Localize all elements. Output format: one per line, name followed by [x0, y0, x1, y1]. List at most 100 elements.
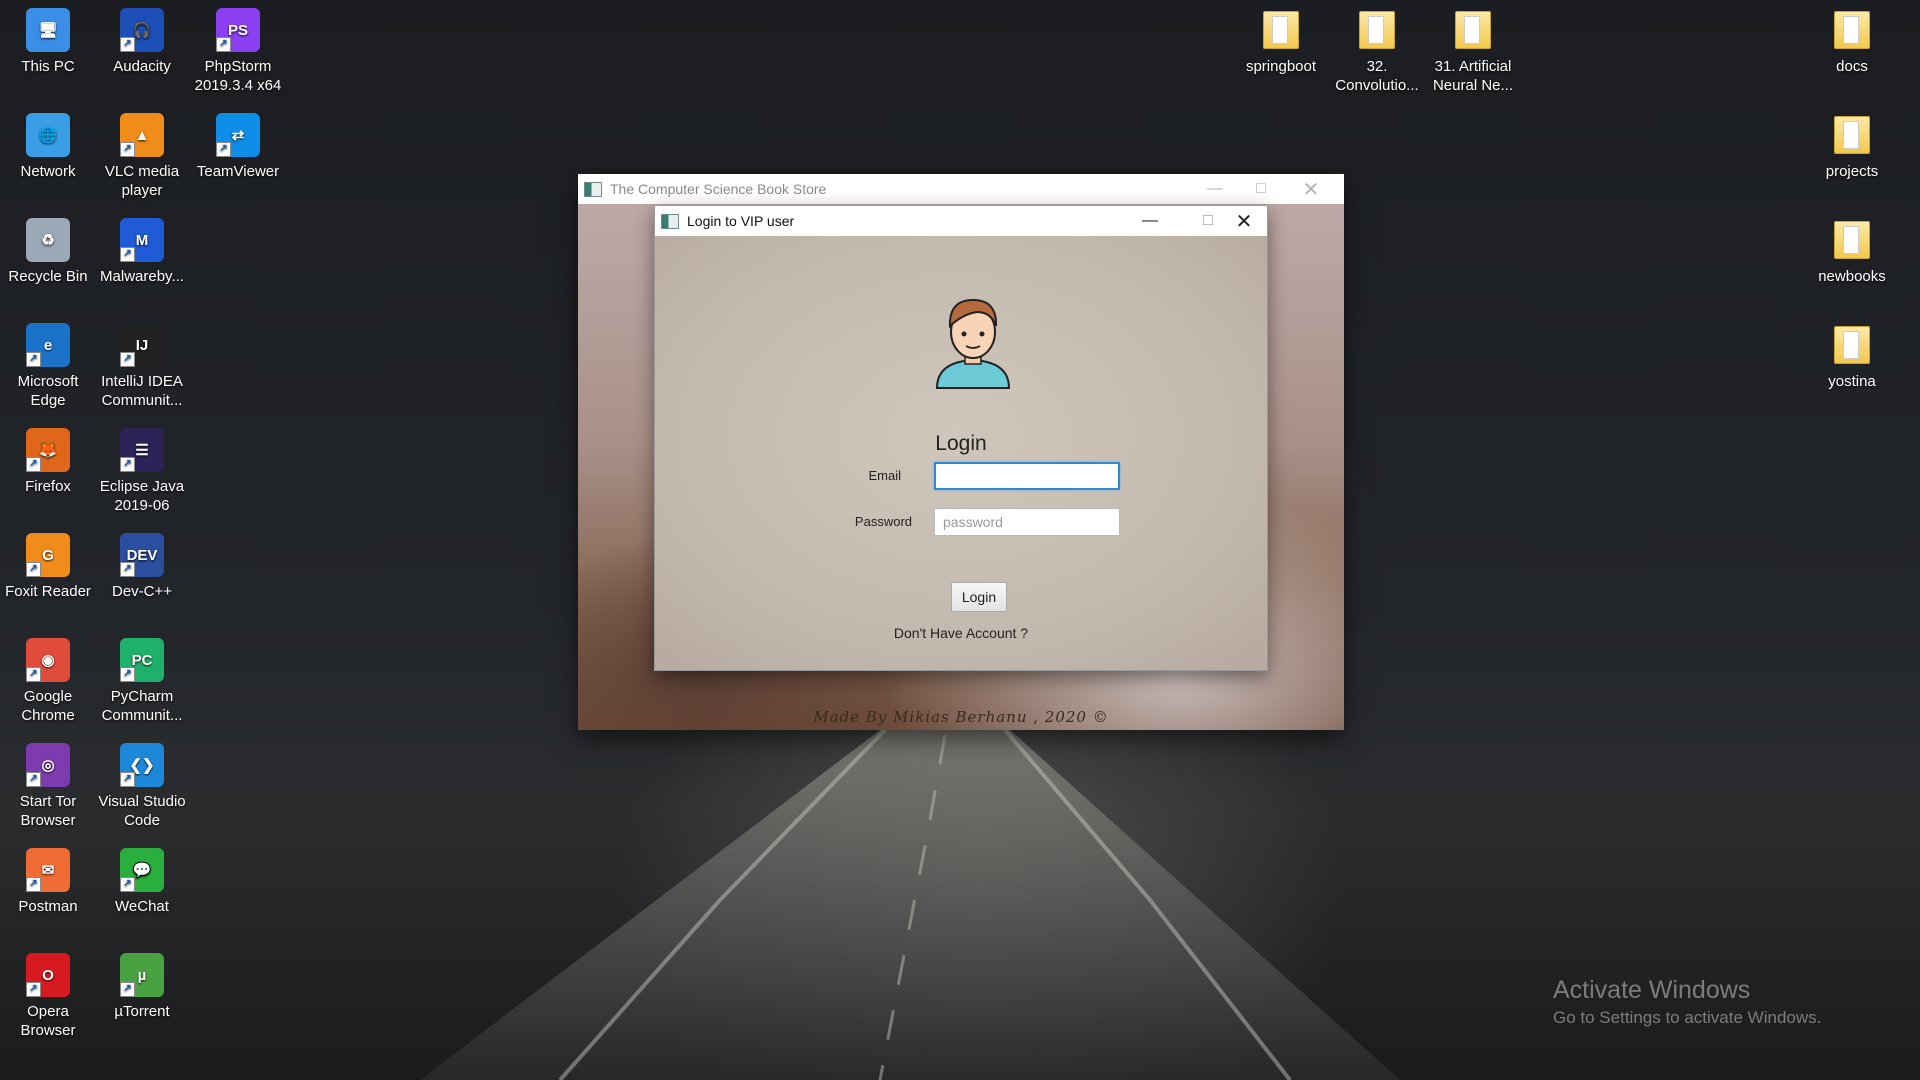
desktop-shortcut-label: WeChat [115, 898, 169, 915]
foxit-reader-icon: G ↗ [26, 533, 70, 577]
desktop-shortcut[interactable]: springboot [1233, 4, 1329, 104]
wechat-icon: 💬 ↗ [120, 848, 164, 892]
desktop-shortcut-label: newbooks [1818, 268, 1886, 285]
desktop-shortcut-label: Recycle Bin [8, 268, 88, 285]
desktop-shortcut-label: docs [1836, 58, 1868, 75]
teamviewer-icon: ⇄ ↗ [216, 113, 260, 157]
shortcut-arrow-icon: ↗ [26, 562, 41, 577]
login-form: Login Email Password Login Don't Have Ac… [655, 236, 1267, 670]
maximize-icon[interactable]: □ [1238, 174, 1284, 204]
desktop-shortcut-label: Dev-C++ [111, 583, 173, 600]
login-dialog-titlebar[interactable]: Login to VIP user — □ ✕ [655, 206, 1267, 236]
network-icon: 🌐 [26, 113, 70, 157]
desktop-shortcut[interactable]: docs [1804, 4, 1900, 104]
desktop-shortcut[interactable]: ⇄ ↗ TeamViewer [190, 109, 286, 209]
desktop-shortcut[interactable]: ☰ ↗ Eclipse Java 2019-06 [94, 424, 190, 524]
desktop-shortcut[interactable]: projects [1804, 109, 1900, 209]
desktop-shortcut-label: TeamViewer [196, 163, 280, 180]
shortcut-arrow-icon: ↗ [216, 142, 231, 157]
desktop-shortcut[interactable]: ✉ ↗ Postman [0, 844, 96, 944]
watermark-title: Activate Windows [1553, 976, 1751, 1004]
minimize-icon[interactable]: — [1192, 174, 1238, 204]
desktop-shortcut[interactable]: ◎ ↗ Start Tor Browser [0, 739, 96, 839]
login-button[interactable]: Login [951, 582, 1007, 612]
desktop-shortcut-label: 32. Convolutio... [1335, 58, 1419, 94]
login-dialog-title: Login to VIP user [687, 213, 795, 229]
shortcut-arrow-icon: ↗ [26, 457, 41, 472]
vscode-icon: ❮❯ ↗ [120, 743, 164, 787]
desktop-shortcut[interactable]: PC ↗ PyCharm Communit... [94, 634, 190, 734]
folder-icon [1355, 8, 1399, 52]
desktop-shortcut-label: Visual Studio Code [98, 793, 186, 829]
desktop-shortcut[interactable]: µ ↗ µTorrent [94, 949, 190, 1049]
minimize-icon[interactable]: — [1127, 206, 1173, 236]
desktop-shortcut[interactable]: 🦊 ↗ Firefox [0, 424, 96, 524]
desktop-shortcut[interactable]: DEV ↗ Dev-C++ [94, 529, 190, 629]
folder-icon [1830, 218, 1874, 262]
desktop-shortcut[interactable]: M ↗ Malwareby... [94, 214, 190, 314]
audacity-icon: 🎧 ↗ [120, 8, 164, 52]
desktop-shortcut[interactable]: 💬 ↗ WeChat [94, 844, 190, 944]
close-icon[interactable]: ✕ [1221, 206, 1267, 236]
shortcut-arrow-icon: ↗ [120, 772, 135, 787]
folder-icon [1451, 8, 1495, 52]
desktop-shortcut[interactable]: 🎧 ↗ Audacity [94, 4, 190, 104]
main-window-titlebar[interactable]: The Computer Science Book Store — □ ✕ [578, 174, 1344, 204]
shortcut-arrow-icon: ↗ [120, 142, 135, 157]
desktop-shortcut-label: Audacity [113, 58, 171, 75]
desktop-shortcut[interactable]: G ↗ Foxit Reader [0, 529, 96, 629]
malwarebytes-icon: M ↗ [120, 218, 164, 262]
firefox-icon: 🦊 ↗ [26, 428, 70, 472]
desktop-shortcut[interactable]: IJ ↗ IntelliJ IDEA Communit... [94, 319, 190, 419]
java-app-icon [584, 181, 602, 197]
desktop-shortcut[interactable]: ◉ ↗ Google Chrome [0, 634, 96, 734]
close-icon[interactable]: ✕ [1288, 174, 1334, 204]
desktop-shortcut[interactable]: newbooks [1804, 214, 1900, 314]
shortcut-arrow-icon: ↗ [120, 247, 135, 262]
desktop-shortcut[interactable]: PS ↗ PhpStorm 2019.3.4 x64 [190, 4, 286, 104]
desktop-shortcut[interactable]: O ↗ Opera Browser [0, 949, 96, 1049]
desktop-shortcut-label: springboot [1245, 58, 1317, 75]
desktop-shortcut-label: Postman [18, 898, 78, 915]
footer-credit: Made By Mikias Berhanu , 2020 © [813, 708, 1109, 726]
desktop-shortcut-label: Google Chrome [21, 688, 75, 724]
chrome-icon: ◉ ↗ [26, 638, 70, 682]
desktop-shortcut[interactable]: 🖥 This PC [0, 4, 96, 104]
shortcut-arrow-icon: ↗ [120, 457, 135, 472]
desktop-shortcut[interactable]: ♻ Recycle Bin [0, 214, 96, 314]
desktop-shortcut-label: Malwareby... [100, 268, 184, 285]
password-field[interactable] [934, 508, 1120, 536]
desktop-shortcut[interactable]: 32. Convolutio... [1329, 4, 1425, 104]
folder-icon [1830, 323, 1874, 367]
eclipse-icon: ☰ ↗ [120, 428, 164, 472]
desktop-shortcut-label: PyCharm Communit... [101, 688, 183, 724]
shortcut-arrow-icon: ↗ [120, 982, 135, 997]
email-field[interactable] [934, 462, 1120, 490]
desktop-shortcut[interactable]: ▲ ↗ VLC media player [94, 109, 190, 209]
desktop-shortcut-label: Network [20, 163, 76, 180]
desktop-shortcut-label: Foxit Reader [5, 583, 91, 600]
desktop-shortcut[interactable]: yostina [1804, 319, 1900, 419]
folder-icon [1830, 8, 1874, 52]
shortcut-arrow-icon: ↗ [120, 562, 135, 577]
desktop-shortcut-label: Firefox [25, 478, 71, 495]
opera-icon: O ↗ [26, 953, 70, 997]
java-app-icon [661, 213, 679, 229]
signup-link[interactable]: Don't Have Account ? [655, 625, 1267, 641]
utorrent-icon: µ ↗ [120, 953, 164, 997]
user-avatar-icon [935, 298, 1011, 389]
desktop-shortcut[interactable]: 31. Artificial Neural Ne... [1425, 4, 1521, 104]
email-label: Email [868, 468, 901, 483]
tor-browser-icon: ◎ ↗ [26, 743, 70, 787]
shortcut-arrow-icon: ↗ [216, 37, 231, 52]
desktop-shortcut[interactable]: e ↗ Microsoft Edge [0, 319, 96, 419]
intellij-icon: IJ ↗ [120, 323, 164, 367]
shortcut-arrow-icon: ↗ [26, 352, 41, 367]
desktop-shortcut-label: This PC [21, 58, 75, 75]
shortcut-arrow-icon: ↗ [120, 37, 135, 52]
desktop-shortcut[interactable]: ❮❯ ↗ Visual Studio Code [94, 739, 190, 839]
shortcut-arrow-icon: ↗ [26, 772, 41, 787]
desktop-shortcut-label: µTorrent [114, 1003, 170, 1020]
desktop-shortcut[interactable]: 🌐 Network [0, 109, 96, 209]
watermark-subtitle: Go to Settings to activate Windows. [1553, 1008, 1822, 1027]
